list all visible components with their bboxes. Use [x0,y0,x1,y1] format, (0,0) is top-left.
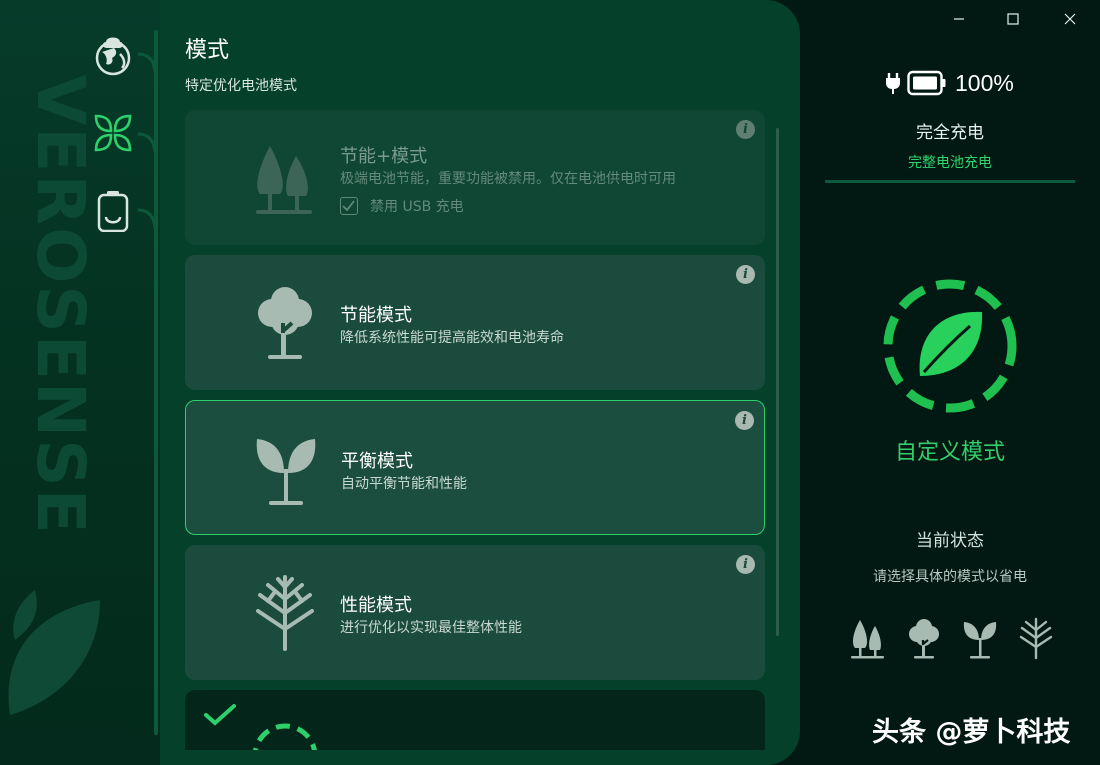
two-trees-icon [256,146,312,214]
mode-card-eco[interactable]: 节能模式 降低系统性能可提高能效和电池寿命 i [185,255,765,390]
tree-icon [258,287,312,359]
status-divider [825,180,1075,183]
mode-description: 进行优化以实现最佳整体性能 [340,620,522,636]
branch-icon [1019,617,1053,660]
selected-check-icon [204,704,236,726]
watermark-text: 头条 @萝卜科技 [872,717,1071,748]
mode-title: 性能模式 [340,595,412,616]
mode-card-performance[interactable]: 性能模式 进行优化以实现最佳整体性能 i [185,545,765,680]
minimize-icon[interactable] [944,8,974,30]
mode-title: 节能+模式 [340,146,428,167]
mode-description: 极端电池节能，重要功能被禁用。仅在电池供电时可用 [340,171,676,187]
mode-card-custom[interactable] [185,690,765,750]
charge-state: 完全充电 [916,123,984,143]
sprout-icon [963,622,997,659]
custom-mode-ring-icon [253,723,317,750]
mode-card-balanced[interactable]: 平衡模式 自动平衡节能和性能 i [185,400,765,535]
usb-charge-checkbox[interactable]: 禁用 USB 充电 [340,196,464,216]
mode-card-eco-plus[interactable]: 节能+模式 极端电池节能，重要功能被禁用。仅在电池供电时可用 禁用 USB 充电… [185,110,765,245]
sidebar-connector [138,208,157,228]
two-trees-icon [851,620,884,659]
info-icon[interactable]: i [735,411,754,430]
tree-icon [909,619,939,659]
page-subtitle: 特定优化电池模式 [185,78,297,94]
maximize-icon[interactable] [998,8,1028,30]
branch-icon [256,575,314,651]
scrollbar[interactable] [776,128,779,636]
current-mode-name: 自定义模式 [894,440,1005,465]
battery-percent: 100% [955,69,1014,96]
mode-title: 平衡模式 [341,451,413,472]
leaf-decoration-icon [8,590,100,715]
checkbox-label: 禁用 USB 充电 [370,199,464,215]
sprout-icon [256,439,316,505]
info-icon[interactable]: i [736,265,755,284]
mode-indicator-row [848,616,1056,660]
charge-mode: 完整电池充电 [908,155,992,171]
sidebar-connector [138,132,157,152]
modes-panel: 模式 特定优化电池模式 节能+模式 极端电池节能，重要功能被禁用。仅在电池供电时… [160,0,800,765]
info-icon[interactable]: i [736,120,755,139]
globe-tree-icon[interactable] [92,34,134,76]
checkbox-box [340,197,358,215]
checkmark-icon [342,200,355,212]
custom-mode-leaf-icon [883,279,1017,413]
mode-description: 降低系统性能可提高能效和电池寿命 [340,330,564,346]
sidebar-connector [138,52,157,72]
battery-full-icon [907,70,946,96]
brand-watermark: VEROSENSE [22,74,99,536]
mode-description: 自动平衡节能和性能 [341,476,467,492]
page-title: 模式 [185,38,230,63]
info-icon[interactable]: i [736,555,755,574]
plug-icon [886,73,900,94]
current-state-hint: 请选择具体的模式以省电 [873,569,1027,585]
sidebar: VEROSENSE [0,0,160,765]
battery-status: 100% [885,68,1014,98]
mode-title: 节能模式 [340,305,412,326]
leaves-icon[interactable] [92,112,134,154]
close-icon[interactable] [1055,8,1085,30]
current-state-title: 当前状态 [916,531,984,551]
battery-icon[interactable] [92,190,134,232]
